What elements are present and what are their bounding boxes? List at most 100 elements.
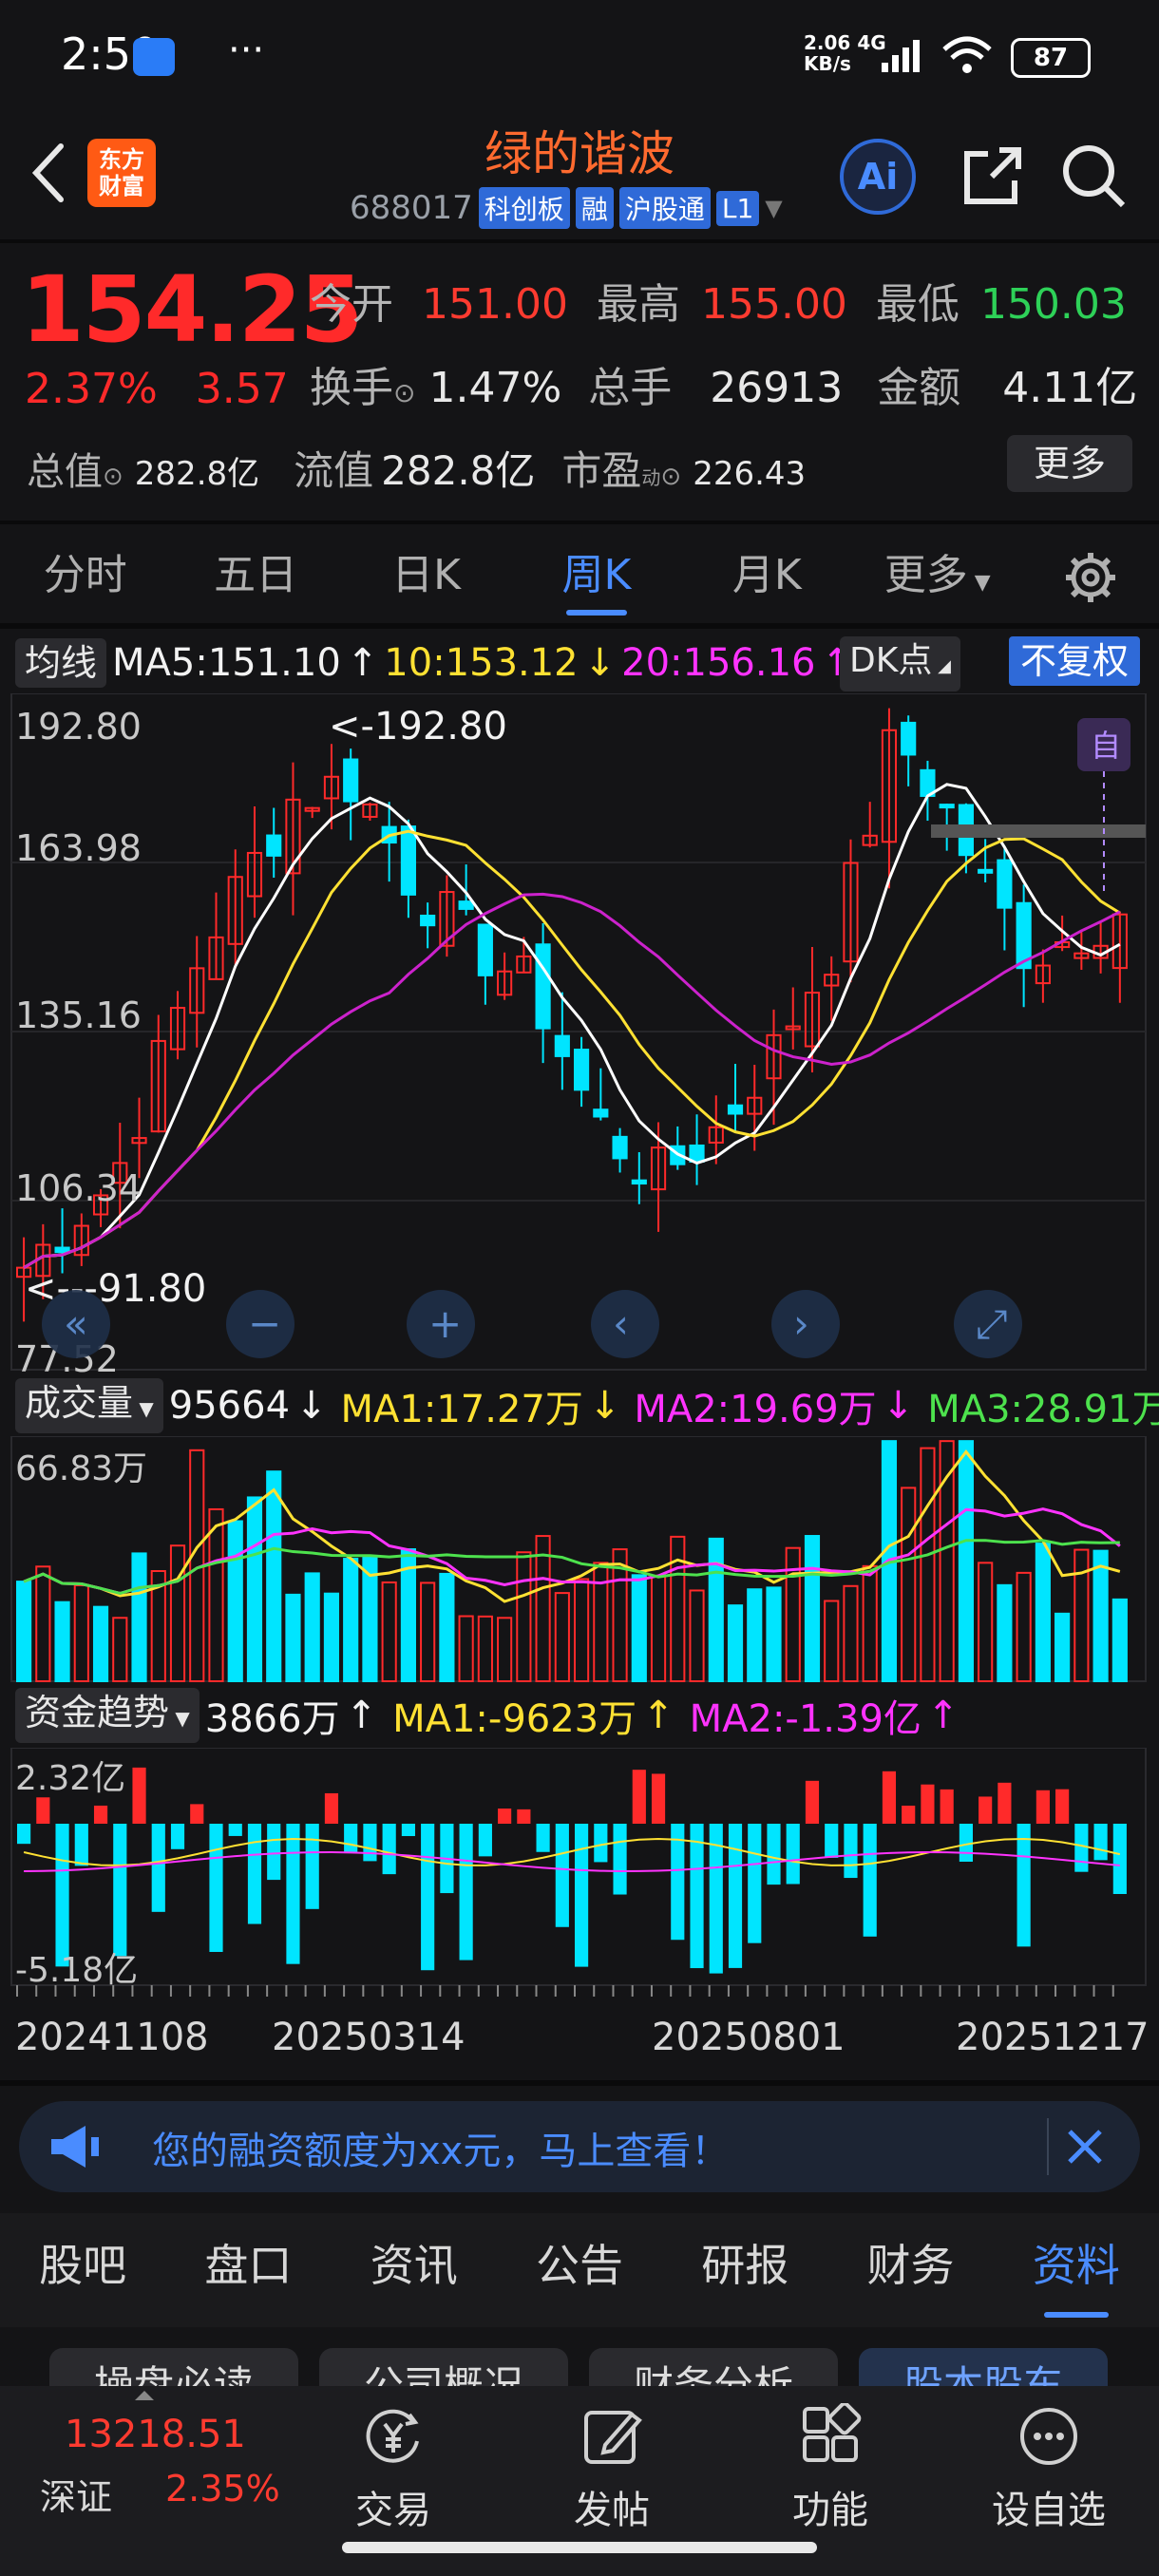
profile-chips: 操盘必读 公司概况 财务分析 股本股东	[0, 2329, 1159, 2386]
ai-assistant-icon[interactable]: Ai	[840, 139, 916, 215]
volume-bar	[35, 1565, 51, 1682]
volume-ma-line	[23, 1507, 1121, 1596]
tab-weekly-k[interactable]: 周K	[511, 528, 681, 623]
tab-daily-k[interactable]: 日K	[341, 528, 511, 623]
period-tabs: 分时 五日 日K 周K 月K 更多 ▼	[0, 528, 1159, 623]
fund-legend-row: 资金趋势 ▼ 3866万 ↑ MA1:-9623万 ↑ MA2:-1.39亿 ↑	[15, 1688, 959, 1743]
volume-bar	[420, 1582, 436, 1682]
chip-must-read[interactable]: 操盘必读	[49, 2348, 298, 2386]
fund-bar	[55, 1824, 69, 1967]
wifi-icon	[942, 36, 992, 73]
tab-financials[interactable]: 财务	[827, 2213, 993, 2327]
fund-trend-chart[interactable]: 2.32亿 -5.18亿	[0, 1748, 1159, 2023]
volume-bar	[708, 1537, 724, 1682]
high-value: 155.00	[700, 280, 847, 329]
candle-body	[554, 1034, 570, 1057]
fund-ma1: MA1:-9623万	[392, 1697, 637, 1741]
volume-frame	[10, 1436, 1147, 1682]
divider	[0, 623, 1159, 629]
fund-bar	[170, 1824, 185, 1849]
more-button[interactable]: 更多	[1007, 435, 1132, 492]
fund-bar	[305, 1824, 319, 1909]
volume-y-max-label: 66.83万	[15, 1449, 147, 1488]
candle-body	[343, 758, 359, 803]
tab-forum[interactable]: 股吧	[0, 2213, 165, 2327]
chip-financial-analysis[interactable]: 财务分析	[589, 2348, 838, 2386]
tag-level[interactable]: L1	[715, 190, 760, 226]
fund-bar	[613, 1824, 627, 1895]
fund-bar	[517, 1809, 531, 1824]
candle-body	[420, 914, 436, 927]
tab-research[interactable]: 研报	[662, 2213, 827, 2327]
nav-trade[interactable]: 交易	[317, 2403, 469, 2534]
info-icon[interactable]: ⊙	[393, 377, 415, 408]
x-axis-date: 20241108	[15, 2016, 209, 2059]
y-axis-label: 163.98	[15, 827, 142, 869]
fund-bar	[113, 1824, 127, 1957]
share-icon[interactable]	[954, 139, 1030, 215]
volume-chart[interactable]: 66.83万	[0, 1436, 1159, 1685]
ma-selector[interactable]: 均线	[15, 638, 107, 688]
volume-value: 95664	[168, 1384, 291, 1428]
low-label: 最低	[875, 280, 960, 329]
tab-five-day[interactable]: 五日	[170, 528, 340, 623]
volume-bar	[381, 1581, 397, 1683]
fund-bar	[805, 1780, 820, 1824]
change-amount: 3.57	[195, 365, 289, 413]
y-axis-label: 192.80	[15, 706, 142, 748]
divider	[0, 521, 1159, 524]
app-notification-icon	[133, 38, 175, 76]
candle-body	[477, 923, 493, 976]
back-arrow-icon[interactable]	[23, 135, 76, 211]
price-adjust-button[interactable]: 不复权	[1009, 636, 1141, 686]
candle-body	[574, 1049, 590, 1091]
quote-row-2: 换手 ⊙ 1.47% 总手 26913 金额 4.11亿	[310, 353, 1137, 414]
scroll-left-icon-glyph: «	[64, 1300, 88, 1347]
tab-monthly-k[interactable]: 月K	[682, 528, 852, 623]
close-icon[interactable]	[1064, 2126, 1106, 2168]
forward-step-icon-glyph: ›	[793, 1300, 809, 1347]
chip-company-overview[interactable]: 公司概况	[319, 2348, 568, 2386]
down-arrow-icon: ↓	[583, 641, 617, 685]
pe-value: 226.43	[693, 455, 807, 493]
info-icon[interactable]: ⊙	[103, 463, 124, 491]
quote-row-1: 今开 151.00 最高 155.00 最低 150.03	[310, 270, 1127, 331]
fund-bar	[536, 1824, 550, 1852]
vol-ma3: MA3:28.91万	[927, 1388, 1159, 1431]
index-value[interactable]: 13218.51	[65, 2413, 246, 2456]
chip-shareholders[interactable]: 股本股东	[859, 2348, 1108, 2386]
tab-more[interactable]: 更多 ▼	[852, 528, 1022, 623]
info-icon[interactable]: ⊙	[660, 463, 681, 491]
open-value: 151.00	[422, 280, 568, 329]
search-icon[interactable]	[1056, 139, 1132, 215]
volume-bar	[1035, 1543, 1051, 1682]
volume-bar	[266, 1470, 282, 1683]
fund-y-min-label: -5.18亿	[15, 1951, 138, 1990]
fund-bar	[748, 1824, 762, 1943]
volume-bar	[73, 1583, 89, 1682]
signal-icon	[882, 40, 920, 72]
x-axis-date: 20250801	[652, 2016, 846, 2059]
nav-watchlist[interactable]: 设自选	[973, 2403, 1125, 2534]
tab-orderbook[interactable]: 盘口	[165, 2213, 331, 2327]
chevron-up-icon[interactable]	[133, 2388, 156, 2401]
fund-indicator-selector[interactable]: 资金趋势 ▼	[15, 1688, 200, 1743]
zoom-out-icon-glyph: −	[248, 1300, 281, 1347]
nav-post[interactable]: 发帖	[536, 2403, 688, 2534]
tab-announcements[interactable]: 公告	[497, 2213, 662, 2327]
dk-point-button[interactable]: DK点 ◢	[840, 636, 960, 691]
settings-gear-icon[interactable]	[1022, 528, 1159, 623]
kline-chart[interactable]: 192.80163.98135.16106.3477.52<-192.80<--…	[0, 693, 1159, 1373]
amount-label: 金额	[877, 364, 961, 412]
chevron-down-icon[interactable]: ▼	[765, 195, 782, 221]
volume-indicator-selector[interactable]: 成交量 ▼	[15, 1378, 163, 1433]
pe-label: 市盈	[561, 447, 642, 494]
home-indicator[interactable]	[342, 2542, 817, 2553]
tab-news[interactable]: 资讯	[332, 2213, 497, 2327]
price-marker-band	[931, 824, 1146, 838]
fund-bar	[690, 1824, 704, 1969]
tab-profile[interactable]: 资料	[994, 2213, 1159, 2327]
tab-intraday[interactable]: 分时	[0, 528, 170, 623]
nav-functions[interactable]: 功能	[754, 2401, 906, 2534]
zoom-in-icon-glyph: +	[428, 1300, 462, 1347]
